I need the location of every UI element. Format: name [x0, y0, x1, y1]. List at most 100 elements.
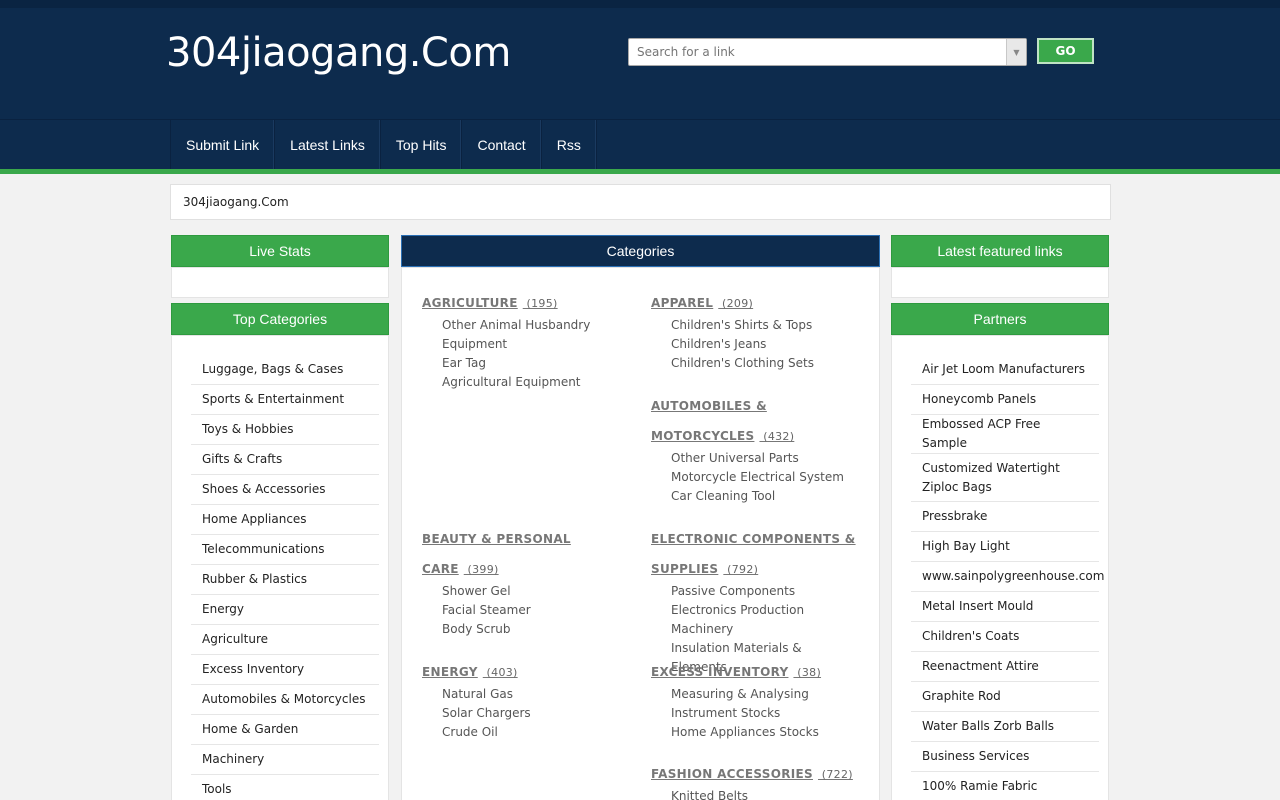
category-title-text: SUPPLIES — [651, 562, 719, 576]
search-input[interactable] — [629, 39, 1007, 65]
top-category-link[interactable]: Home & Garden — [191, 715, 379, 745]
top-categories-list: Luggage, Bags & Cases Sports & Entertainm… — [191, 355, 379, 800]
top-category-link[interactable]: Machinery — [191, 745, 379, 775]
partner-link[interactable]: Air Jet Loom Manufacturers — [911, 355, 1099, 385]
category-block: EXCESS INVENTORY (38) Measuring & Analysi… — [651, 657, 861, 742]
category-title-text: ENERGY — [422, 665, 478, 679]
top-category-link[interactable]: Tools — [191, 775, 379, 800]
category-title-text: APPAREL — [651, 296, 714, 310]
partner-link[interactable]: Customized Watertight Ziploc Bags — [911, 454, 1099, 502]
category-title[interactable]: MOTORCYCLES (432) — [651, 421, 861, 452]
top-category-link[interactable]: Rubber & Plastics — [191, 565, 379, 595]
category-count: (195) — [522, 297, 558, 310]
partner-link[interactable]: High Bay Light — [911, 532, 1099, 562]
main-nav: Submit Link Latest Links Top Hits Contac… — [0, 119, 1280, 169]
category-title[interactable]: SUPPLIES (792) — [651, 554, 861, 585]
subcategory-link[interactable]: Passive Components — [671, 582, 861, 601]
live-stats-panel — [171, 267, 389, 298]
subcategory-link[interactable]: Shower Gel — [442, 582, 632, 601]
subcategory-link[interactable]: Crude Oil — [442, 723, 632, 742]
category-title-text: ELECTRONIC COMPONENTS & — [651, 532, 856, 546]
subcategory-link[interactable]: Children's Clothing Sets — [671, 354, 861, 373]
category-title-text: BEAUTY & PERSONAL — [422, 532, 571, 546]
nav-top-hits[interactable]: Top Hits — [381, 120, 463, 169]
category-title-text: AGRICULTURE — [422, 296, 518, 310]
partner-link[interactable]: Business Services — [911, 742, 1099, 772]
category-count: (399) — [463, 563, 499, 576]
category-title[interactable]: ELECTRONIC COMPONENTS & — [651, 524, 861, 554]
category-title[interactable]: ENERGY (403) — [422, 657, 632, 688]
chevron-down-icon[interactable]: ▼ — [1006, 39, 1026, 65]
subcategory-link[interactable]: Electronics Production Machinery — [671, 601, 861, 639]
subcategory-link[interactable]: Solar Chargers — [442, 704, 632, 723]
category-title[interactable]: EXCESS INVENTORY (38) — [651, 657, 861, 688]
categories-heading: Categories — [401, 235, 880, 267]
top-category-link[interactable]: Automobiles & Motorcycles — [191, 685, 379, 715]
category-title[interactable]: BEAUTY & PERSONAL — [422, 524, 632, 554]
partner-link[interactable]: Reenactment Attire — [911, 652, 1099, 682]
search-box[interactable]: ▼ — [628, 38, 1027, 66]
nav-rss[interactable]: Rss — [542, 120, 597, 169]
subcategory-link[interactable]: Children's Jeans — [671, 335, 861, 354]
partners-list: Air Jet Loom Manufacturers Honeycomb Pane… — [911, 355, 1104, 800]
subcategory-link[interactable]: Motorcycle Electrical System — [671, 468, 861, 487]
category-title[interactable]: CARE (399) — [422, 554, 632, 585]
category-block: ENERGY (403) Natural Gas Solar Chargers Cru… — [422, 657, 632, 742]
subcategory-list: Other Animal Husbandry Equipment Ear Tag A… — [442, 316, 632, 392]
category-title-text: MOTORCYCLES — [651, 429, 755, 443]
subcategory-link[interactable]: Home Appliances Stocks — [671, 723, 861, 742]
category-block: AUTOMOBILES & MOTORCYCLES (432) Other Univ… — [651, 391, 861, 506]
partner-link[interactable]: Water Balls Zorb Balls — [911, 712, 1099, 742]
category-title-text: FASHION ACCESSORIES — [651, 767, 813, 781]
top-category-link[interactable]: Luggage, Bags & Cases — [191, 355, 379, 385]
subcategory-link[interactable]: Other Animal Husbandry Equipment — [442, 316, 632, 354]
category-title[interactable]: AUTOMOBILES & — [651, 391, 861, 421]
go-button[interactable]: GO — [1037, 38, 1094, 64]
top-category-link[interactable]: Excess Inventory — [191, 655, 379, 685]
top-category-link[interactable]: Shoes & Accessories — [191, 475, 379, 505]
category-title[interactable]: APPAREL (209) — [651, 288, 861, 319]
nav-list: Submit Link Latest Links Top Hits Contac… — [170, 120, 597, 169]
top-category-link[interactable]: Agriculture — [191, 625, 379, 655]
subcategory-link[interactable]: Children's Shirts & Tops — [671, 316, 861, 335]
top-category-link[interactable]: Energy — [191, 595, 379, 625]
subcategory-link[interactable]: Facial Steamer — [442, 601, 632, 620]
nav-contact[interactable]: Contact — [462, 120, 542, 169]
category-count: (432) — [759, 430, 795, 443]
partner-link[interactable]: Metal Insert Mould — [911, 592, 1099, 622]
partner-link[interactable]: 100% Ramie Fabric — [911, 772, 1099, 800]
top-category-link[interactable]: Toys & Hobbies — [191, 415, 379, 445]
category-count: (209) — [718, 297, 754, 310]
top-categories-heading: Top Categories — [171, 303, 389, 335]
partner-link[interactable]: Graphite Rod — [911, 682, 1099, 712]
category-title[interactable]: FASHION ACCESSORIES (722) — [651, 759, 861, 790]
partner-link[interactable]: www.sainpolygreenhouse.com — [911, 562, 1104, 592]
subcategory-list: Measuring & Analysing Instrument Stocks H… — [671, 685, 861, 742]
category-count: (403) — [482, 666, 518, 679]
subcategory-link[interactable]: Agricultural Equipment — [442, 373, 632, 392]
top-category-link[interactable]: Sports & Entertainment — [191, 385, 379, 415]
category-title-text: AUTOMOBILES & — [651, 399, 767, 413]
nav-submit-link[interactable]: Submit Link — [171, 120, 276, 169]
site-title[interactable]: 304jiaogang.Com — [166, 30, 511, 76]
partner-link[interactable]: Pressbrake — [911, 502, 1099, 532]
subcategory-link[interactable]: Natural Gas — [442, 685, 632, 704]
category-block: APPAREL (209) Children's Shirts & Tops Chi… — [651, 288, 861, 373]
category-title-text: EXCESS INVENTORY — [651, 665, 789, 679]
category-count: (722) — [817, 768, 853, 781]
nav-latest-links[interactable]: Latest Links — [275, 120, 381, 169]
subcategory-link[interactable]: Ear Tag — [442, 354, 632, 373]
subcategory-link[interactable]: Body Scrub — [442, 620, 632, 639]
subcategory-link[interactable]: Other Universal Parts — [671, 449, 861, 468]
header-accent-bar — [0, 169, 1280, 174]
partner-link[interactable]: Honeycomb Panels — [911, 385, 1099, 415]
category-title[interactable]: AGRICULTURE (195) — [422, 288, 632, 319]
top-category-link[interactable]: Gifts & Crafts — [191, 445, 379, 475]
breadcrumb-home-link[interactable]: 304jiaogang.Com — [183, 195, 289, 209]
subcategory-link[interactable]: Measuring & Analysing Instrument Stocks — [671, 685, 861, 723]
subcategory-link[interactable]: Car Cleaning Tool — [671, 487, 861, 506]
top-category-link[interactable]: Home Appliances — [191, 505, 379, 535]
partner-link[interactable]: Children's Coats — [911, 622, 1099, 652]
partner-link[interactable]: Embossed ACP Free Sample — [911, 415, 1099, 454]
top-category-link[interactable]: Telecommunications — [191, 535, 379, 565]
